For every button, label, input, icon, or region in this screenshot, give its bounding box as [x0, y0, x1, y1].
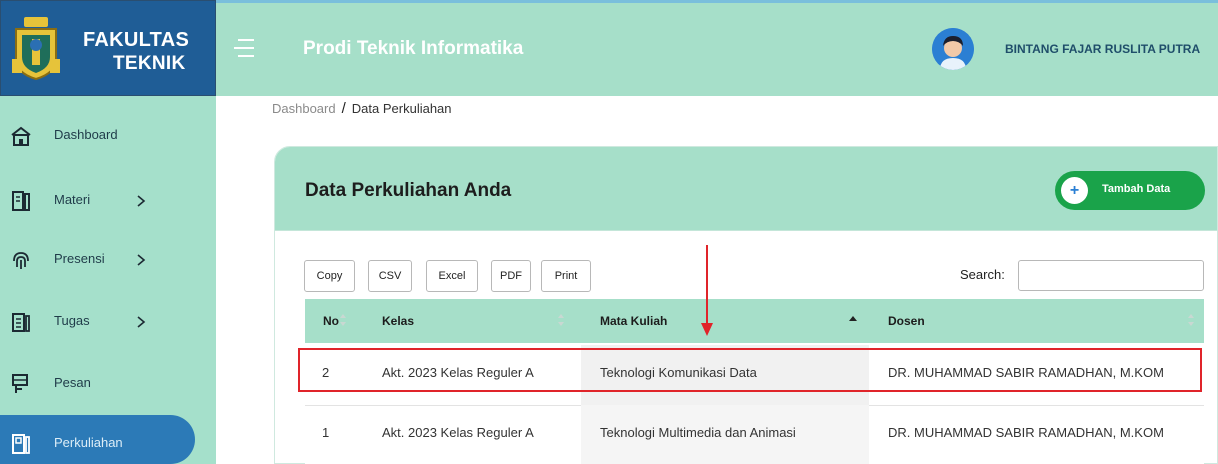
search-label: Search: [960, 267, 1005, 282]
sidebar-item-label: Pesan [54, 375, 91, 390]
highlight-box [298, 348, 1202, 392]
sidebar-item-label: Presensi [54, 251, 105, 266]
table-header: No Kelas Mata Kuliah Dosen [305, 299, 1204, 343]
add-data-button[interactable]: + Tambah Data [1055, 171, 1205, 210]
breadcrumb-separator: / [341, 100, 346, 117]
sidebar-item-tugas[interactable]: Tugas [0, 298, 216, 346]
user-avatar-icon [932, 28, 974, 70]
brand-header: FAKULTAS TEKNIK [0, 0, 216, 96]
fingerprint-icon [13, 252, 29, 269]
app-window: FAKULTAS TEKNIK Dashboard Materi Presens… [0, 0, 1218, 464]
sort-ascending-icon[interactable] [849, 313, 857, 327]
topbar: Prodi Teknik Informatika BINTANG FAJAR R… [216, 0, 1218, 96]
sort-icon[interactable] [1187, 313, 1195, 327]
sidebar-item-perkuliahan[interactable]: Perkuliahan [0, 420, 216, 464]
brand-title-line1: FAKULTAS [83, 29, 190, 51]
sidebar-item-label: Dashboard [54, 127, 118, 142]
avatar[interactable] [932, 28, 974, 70]
table-row[interactable]: 1 Akt. 2023 Kelas Reguler A Teknologi Mu… [305, 405, 1204, 464]
sidebar-item-dashboard[interactable]: Dashboard [0, 112, 216, 160]
breadcrumb-dashboard-link[interactable]: Dashboard [272, 101, 336, 116]
hamburger-menu-icon[interactable] [234, 37, 254, 59]
cell-dosen: DR. MUHAMMAD SABIR RAMADHAN, M.KOM [888, 425, 1164, 440]
message-icon [12, 374, 28, 393]
sidebar-item-materi[interactable]: Materi [0, 177, 216, 225]
chevron-right-icon [137, 195, 146, 207]
sidebar-item-label: Tugas [54, 313, 90, 328]
cell-mata-kuliah: Teknologi Multimedia dan Animasi [600, 425, 796, 440]
sidebar-item-label: Perkuliahan [54, 435, 123, 450]
page-title: Prodi Teknik Informatika [303, 38, 524, 59]
breadcrumb: Dashboard / Data Perkuliahan [272, 100, 452, 117]
breadcrumb-current: Data Perkuliahan [351, 101, 452, 116]
chevron-right-icon [137, 254, 146, 266]
book-icon [12, 191, 30, 211]
column-header-dosen[interactable]: Dosen [888, 314, 925, 328]
sidebar-item-pesan[interactable]: Pesan [0, 360, 216, 408]
pdf-button[interactable]: PDF [491, 260, 531, 292]
chevron-right-icon [137, 316, 146, 328]
sort-icon[interactable] [339, 313, 347, 327]
column-header-kelas[interactable]: Kelas [382, 314, 414, 328]
home-icon [11, 126, 31, 146]
plus-icon: + [1061, 177, 1088, 204]
brand-title-line2: TEKNIK [113, 53, 186, 74]
cell-no: 1 [322, 425, 330, 440]
sidebar-item-label: Materi [54, 192, 91, 207]
add-data-label: Tambah Data [1102, 183, 1171, 195]
user-name[interactable]: BINTANG FAJAR RUSLITA PUTRA [1005, 42, 1200, 56]
search-input[interactable] [1018, 260, 1204, 291]
faculty-logo [12, 17, 60, 81]
sort-icon[interactable] [557, 313, 565, 327]
copy-button[interactable]: Copy [304, 260, 355, 292]
sidebar-item-presensi[interactable]: Presensi [0, 236, 216, 284]
csv-button[interactable]: CSV [368, 260, 412, 292]
card-title: Data Perkuliahan Anda [305, 180, 512, 201]
print-button[interactable]: Print [541, 260, 591, 292]
clipboard-icon [12, 313, 30, 332]
annotation-arrow-icon [701, 245, 713, 336]
column-header-no[interactable]: No [323, 314, 339, 328]
class-icon [12, 434, 30, 454]
column-header-mata-kuliah[interactable]: Mata Kuliah [600, 314, 667, 328]
excel-button[interactable]: Excel [426, 260, 478, 292]
card-header: Data Perkuliahan Anda + Tambah Data [275, 147, 1217, 231]
cell-kelas: Akt. 2023 Kelas Reguler A [382, 425, 534, 440]
